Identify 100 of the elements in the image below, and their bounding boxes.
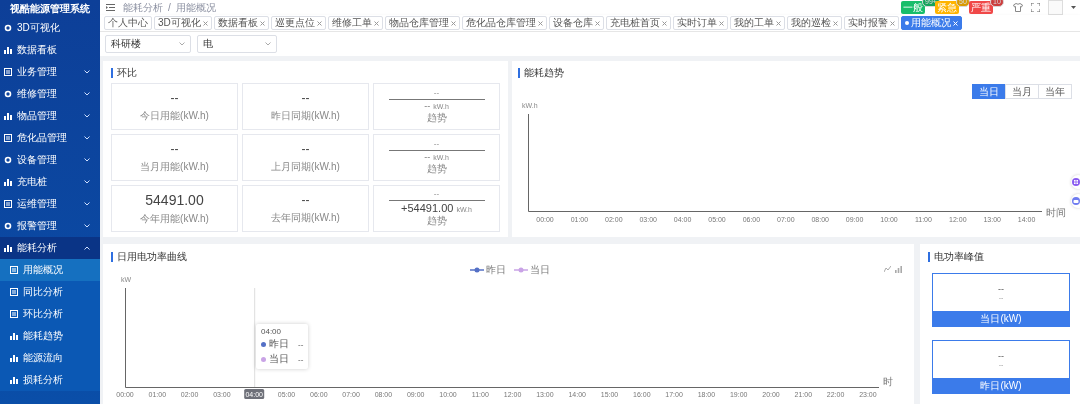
sidebar-item[interactable]: 报警管理 — [0, 215, 100, 237]
dropdown[interactable]: 科研楼 — [105, 35, 191, 53]
bar-chart-icon[interactable] — [895, 266, 902, 273]
series-name: 当日 — [269, 352, 289, 366]
trend-value: -- — [424, 152, 431, 162]
close-icon[interactable] — [775, 20, 781, 26]
bar-chart-icon — [4, 244, 12, 252]
close-icon[interactable] — [450, 20, 456, 26]
document-icon — [10, 288, 18, 296]
tab[interactable]: 实时订单 — [672, 16, 728, 31]
trend-value: +54491.00 — [401, 202, 454, 214]
document-icon — [10, 310, 18, 318]
range-tab[interactable]: 当年 — [1038, 84, 1072, 99]
shirt-icon[interactable] — [1013, 3, 1023, 13]
tab[interactable]: 物品仓库管理 — [384, 16, 460, 31]
tab[interactable]: 我的工单 — [729, 16, 785, 31]
sidebar-subitem[interactable]: 同比分析 — [0, 281, 100, 303]
sidebar-item[interactable]: 物品管理 — [0, 105, 100, 127]
bar-chart-icon — [10, 376, 18, 384]
stat-value: -- — [301, 90, 310, 105]
close-icon[interactable] — [259, 20, 265, 26]
sidebar-item[interactable]: 维修管理 — [0, 83, 100, 105]
chevron-down-icon — [84, 70, 90, 74]
fullscreen-icon[interactable] — [1031, 3, 1040, 13]
stat-label: 趋势 — [426, 214, 447, 228]
sidebar-subitem[interactable]: 用能概况 — [0, 259, 100, 281]
tab[interactable]: 我的巡检 — [786, 16, 842, 31]
tab[interactable]: 设备仓库 — [548, 16, 604, 31]
bar-chart-icon — [4, 178, 12, 186]
range-tab[interactable]: 当月 — [1005, 84, 1039, 99]
sidebar-item[interactable]: 能耗分析 — [0, 237, 100, 259]
chevron-down-icon — [265, 42, 271, 46]
tab[interactable]: 个人中心 — [104, 16, 152, 31]
close-icon[interactable] — [661, 20, 667, 26]
sidebar-subitem[interactable]: 环比分析 — [0, 303, 100, 325]
series-name: 昨日 — [269, 337, 289, 351]
range-tab[interactable]: 当日 — [972, 84, 1006, 99]
stat-label: 当月用能(kW.h) — [140, 159, 209, 174]
line-chart-icon[interactable] — [884, 266, 891, 273]
sidebar-item[interactable]: 危化品管理 — [0, 127, 100, 149]
stat-value: -- — [301, 141, 310, 156]
sidebar-item[interactable]: 充电桩 — [0, 171, 100, 193]
chevron-down-icon — [84, 224, 90, 228]
caret-down-icon[interactable] — [1071, 6, 1076, 10]
stat-value: -- — [170, 90, 179, 105]
peak-value: -- — [998, 284, 1004, 294]
tab[interactable]: 实时报警 — [843, 16, 899, 31]
tab[interactable]: 维修工单 — [327, 16, 383, 31]
tab[interactable]: 3D可视化 — [154, 16, 212, 31]
alert-button[interactable]: 严重 — [969, 1, 993, 15]
series-value: -- — [298, 354, 304, 364]
close-icon[interactable] — [832, 20, 838, 26]
close-icon[interactable] — [316, 20, 322, 26]
breadcrumb-current: 用能概况 — [175, 0, 216, 15]
dropdown[interactable]: 电 — [197, 35, 277, 53]
breadcrumb-link[interactable]: 能耗分析 — [123, 0, 163, 15]
menu-icon[interactable] — [106, 4, 115, 12]
legend-item[interactable]: 当日 — [513, 262, 550, 277]
stat-value: 54491.00 — [145, 191, 204, 208]
axis-title: 时 — [883, 376, 893, 387]
stat-value: -- — [301, 192, 310, 207]
chevron-down-icon — [84, 92, 90, 96]
chevron-down-icon — [84, 202, 90, 206]
sidebar-item[interactable]: 数据看板 — [0, 39, 100, 61]
stat-label: 趋势 — [426, 162, 447, 176]
sidebar-subitem[interactable]: 损耗分析 — [0, 369, 100, 391]
stat-value: -- — [433, 189, 440, 198]
bar-chart-icon — [10, 354, 18, 362]
section-title: 能耗趋势 — [524, 66, 564, 80]
sidebar-subitem[interactable]: 能耗趋势 — [0, 325, 100, 347]
close-icon[interactable] — [718, 20, 724, 26]
tab[interactable]: 用能概况 — [900, 16, 962, 31]
close-icon[interactable] — [594, 20, 600, 26]
sidebar-item[interactable]: 运维管理 — [0, 193, 100, 215]
peak-label: 当日(kW) — [933, 311, 1069, 326]
breadcrumb-separator: / — [168, 2, 171, 14]
document-icon — [4, 134, 12, 142]
legend-item[interactable]: 昨日 — [469, 262, 506, 277]
chevron-down-icon — [179, 42, 185, 46]
series-value: -- — [298, 339, 304, 349]
tab[interactable]: 危化品仓库管理 — [461, 16, 547, 31]
close-icon[interactable] — [373, 20, 379, 26]
close-icon[interactable] — [889, 20, 895, 26]
stat-label: 上月同期(kW.h) — [271, 159, 340, 174]
sidebar-item[interactable]: 业务管理 — [0, 61, 100, 83]
close-icon[interactable] — [202, 20, 208, 26]
tab[interactable]: 数据看板 — [213, 16, 269, 31]
document-icon — [4, 200, 12, 208]
tab[interactable]: 充电桩首页 — [605, 16, 671, 31]
stat-label: 去年同期(kW.h) — [271, 210, 340, 225]
tab[interactable]: 巡更点位 — [270, 16, 326, 31]
sidebar-item[interactable]: 3D可视化 — [0, 17, 100, 39]
bar-chart-icon — [4, 112, 12, 120]
close-icon[interactable] — [537, 20, 543, 26]
peak-label: 昨日(kW) — [933, 378, 1069, 393]
chevron-down-icon — [84, 114, 90, 118]
stat-value: -- — [170, 141, 179, 156]
sidebar-subitem[interactable]: 能源流向 — [0, 347, 100, 369]
bar-chart-icon — [10, 332, 18, 340]
sidebar-item[interactable]: 设备管理 — [0, 149, 100, 171]
